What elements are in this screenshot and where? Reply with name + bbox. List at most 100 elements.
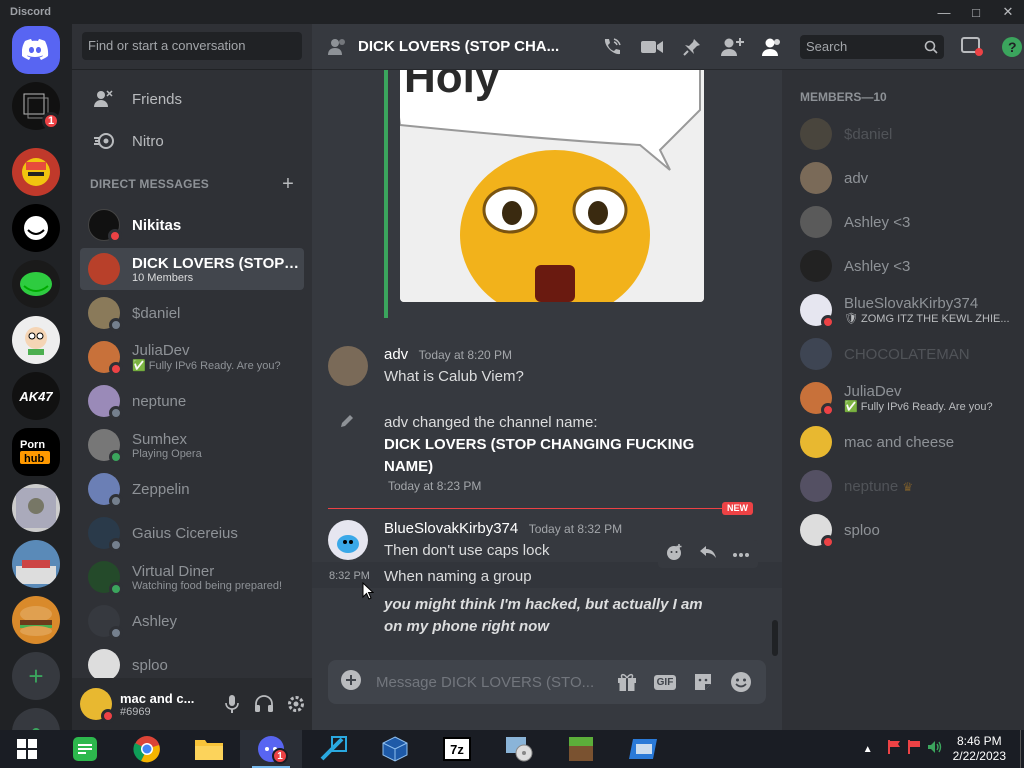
message-text: When naming a group	[384, 568, 532, 585]
plus-icon: +	[28, 661, 44, 691]
dm-item-nikitas[interactable]: Nikitas	[80, 204, 304, 246]
home-button[interactable]	[12, 26, 60, 74]
gift-icon	[618, 673, 636, 691]
attach-button[interactable]	[340, 669, 362, 696]
flag-icon[interactable]	[887, 739, 901, 760]
server-icon-photo[interactable]	[12, 484, 60, 532]
clock-date: 2/22/2023	[952, 749, 1006, 763]
dm-item-gaius[interactable]: Gaius Cicereius	[80, 512, 304, 554]
user-panel: mac and c... #6969	[72, 678, 312, 730]
create-dm-plus-icon[interactable]: +	[282, 173, 294, 196]
network-flag-icon[interactable]	[907, 739, 921, 760]
gif-button[interactable]: GIF	[652, 669, 678, 695]
user-avatar[interactable]	[80, 688, 115, 723]
deafen-button[interactable]	[248, 688, 280, 720]
member-item[interactable]: neptune ♛	[782, 464, 1024, 508]
screen-inbox-icon	[961, 36, 983, 56]
nitro-nav[interactable]: Nitro	[80, 120, 304, 162]
message-timestamp: Today at 8:20 PM	[418, 348, 513, 362]
explore-servers-button[interactable]: ●	[12, 708, 60, 730]
dm-name: Nikitas	[132, 216, 182, 234]
server-icon-red[interactable]	[12, 148, 60, 196]
dm-item-daniel[interactable]: $daniel	[80, 292, 304, 334]
avatar	[800, 426, 832, 458]
gear-icon	[288, 696, 304, 712]
friends-nav[interactable]: Friends	[80, 78, 304, 120]
taskbar-chrome[interactable]	[116, 730, 178, 768]
member-item[interactable]: JuliaDev ✅ Fully IPv6 Ready. Are you?	[782, 376, 1024, 420]
call-button[interactable]	[600, 35, 624, 59]
taskbar-file-explorer[interactable]	[178, 730, 240, 768]
message-list[interactable]: Holy adv Today at 8:20 PM What is Calub …	[312, 70, 782, 660]
sticker-button[interactable]	[690, 669, 716, 695]
server-icon-ak47[interactable]: AK47	[12, 372, 60, 420]
show-desktop-button[interactable]	[1020, 730, 1024, 768]
gif-icon: GIF	[653, 674, 677, 690]
taskbar-7zip[interactable]: 7z	[426, 730, 488, 768]
dm-item-sumhex[interactable]: Sumhex Playing Opera	[80, 424, 304, 466]
server-icon-peter[interactable]	[12, 316, 60, 364]
member-item[interactable]: adv	[782, 156, 1024, 200]
server-icon-green-troll[interactable]	[12, 260, 60, 308]
message-author[interactable]: adv	[384, 346, 408, 363]
chat-scrollbar-thumb[interactable]	[772, 620, 778, 656]
user-settings-button[interactable]	[280, 688, 312, 720]
member-item[interactable]: $daniel	[782, 112, 1024, 156]
member-item[interactable]: mac and cheese	[782, 420, 1024, 464]
member-item[interactable]: BlueSlovakKirby374 🛡 ZOMG ITZ THE KEWL Z…	[782, 288, 1024, 332]
taskbar-minecraft[interactable]	[550, 730, 612, 768]
message-author[interactable]: BlueSlovakKirby374	[384, 520, 518, 537]
start-button[interactable]	[0, 730, 54, 768]
emoji-button[interactable]	[728, 669, 754, 695]
server-icon-burger[interactable]	[12, 596, 60, 644]
user-name: mac and c...	[120, 690, 195, 706]
server-icon-hub[interactable]: Porn hub	[12, 428, 60, 476]
taskbar-app-window[interactable]	[612, 730, 674, 768]
avatar	[800, 514, 835, 549]
dm-item-virtual-diner[interactable]: Virtual Diner Watching food being prepar…	[80, 556, 304, 598]
taskbar-virtualbox[interactable]	[364, 730, 426, 768]
add-server-button[interactable]: +	[12, 652, 60, 700]
pinned-messages-button[interactable]	[680, 35, 704, 59]
tray-overflow-chevron-icon[interactable]: ▲	[863, 744, 873, 755]
help-button[interactable]: ?	[1000, 35, 1024, 59]
dm-item-juliadev[interactable]: JuliaDev ✅ Fully IPv6 Ready. Are you?	[80, 336, 304, 378]
avatar[interactable]	[328, 520, 368, 560]
dm-item-neptune[interactable]: neptune	[80, 380, 304, 422]
dm-item-ashley[interactable]: Ashley	[80, 600, 304, 642]
member-item[interactable]: sploo	[782, 508, 1024, 552]
add-friends-to-dm-button[interactable]	[720, 35, 744, 59]
message-input[interactable]: Message DICK LOVERS (STO...	[376, 674, 602, 691]
header-search-input[interactable]: Search	[800, 34, 944, 59]
avatar[interactable]	[328, 346, 368, 386]
minimize-button[interactable]: —	[928, 0, 960, 24]
add-reaction-button[interactable]	[666, 543, 684, 566]
dm-item-group[interactable]: DICK LOVERS (STOP ... 10 Members	[80, 248, 304, 290]
server-icon-troll[interactable]	[12, 204, 60, 252]
video-call-button[interactable]	[640, 35, 664, 59]
dm-item-zeppelin[interactable]: Zeppelin	[80, 468, 304, 510]
gift-button[interactable]	[614, 669, 640, 695]
member-item[interactable]: Ashley <3	[782, 200, 1024, 244]
reply-button[interactable]	[699, 544, 717, 565]
taskbar-notes-app[interactable]	[54, 730, 116, 768]
inbox-button[interactable]	[960, 35, 984, 59]
mute-button[interactable]	[216, 688, 248, 720]
close-button[interactable]: ✕	[992, 0, 1024, 24]
more-options-button[interactable]	[732, 545, 750, 563]
crown-icon: ♛	[902, 479, 914, 494]
dm-search-input[interactable]: Find or start a conversation	[82, 32, 302, 60]
volume-icon[interactable]	[927, 740, 943, 759]
taskbar-discord[interactable]: 1	[240, 730, 302, 768]
embedded-image[interactable]: Holy	[400, 70, 704, 302]
taskbar-snipping-tool[interactable]	[302, 730, 364, 768]
taskbar-disc-app[interactable]	[488, 730, 550, 768]
server-icon-building[interactable]	[12, 540, 60, 588]
maximize-button[interactable]: □	[960, 0, 992, 24]
member-item[interactable]: CHOCOLATEMAN	[782, 332, 1024, 376]
taskbar-clock[interactable]: 8:46 PM 2/22/2023	[943, 734, 1020, 764]
cartoon-face-icon	[25, 327, 47, 355]
dm-name: Zeppelin	[132, 480, 190, 498]
member-list-toggle[interactable]	[760, 35, 784, 59]
member-item[interactable]: Ashley <3	[782, 244, 1024, 288]
